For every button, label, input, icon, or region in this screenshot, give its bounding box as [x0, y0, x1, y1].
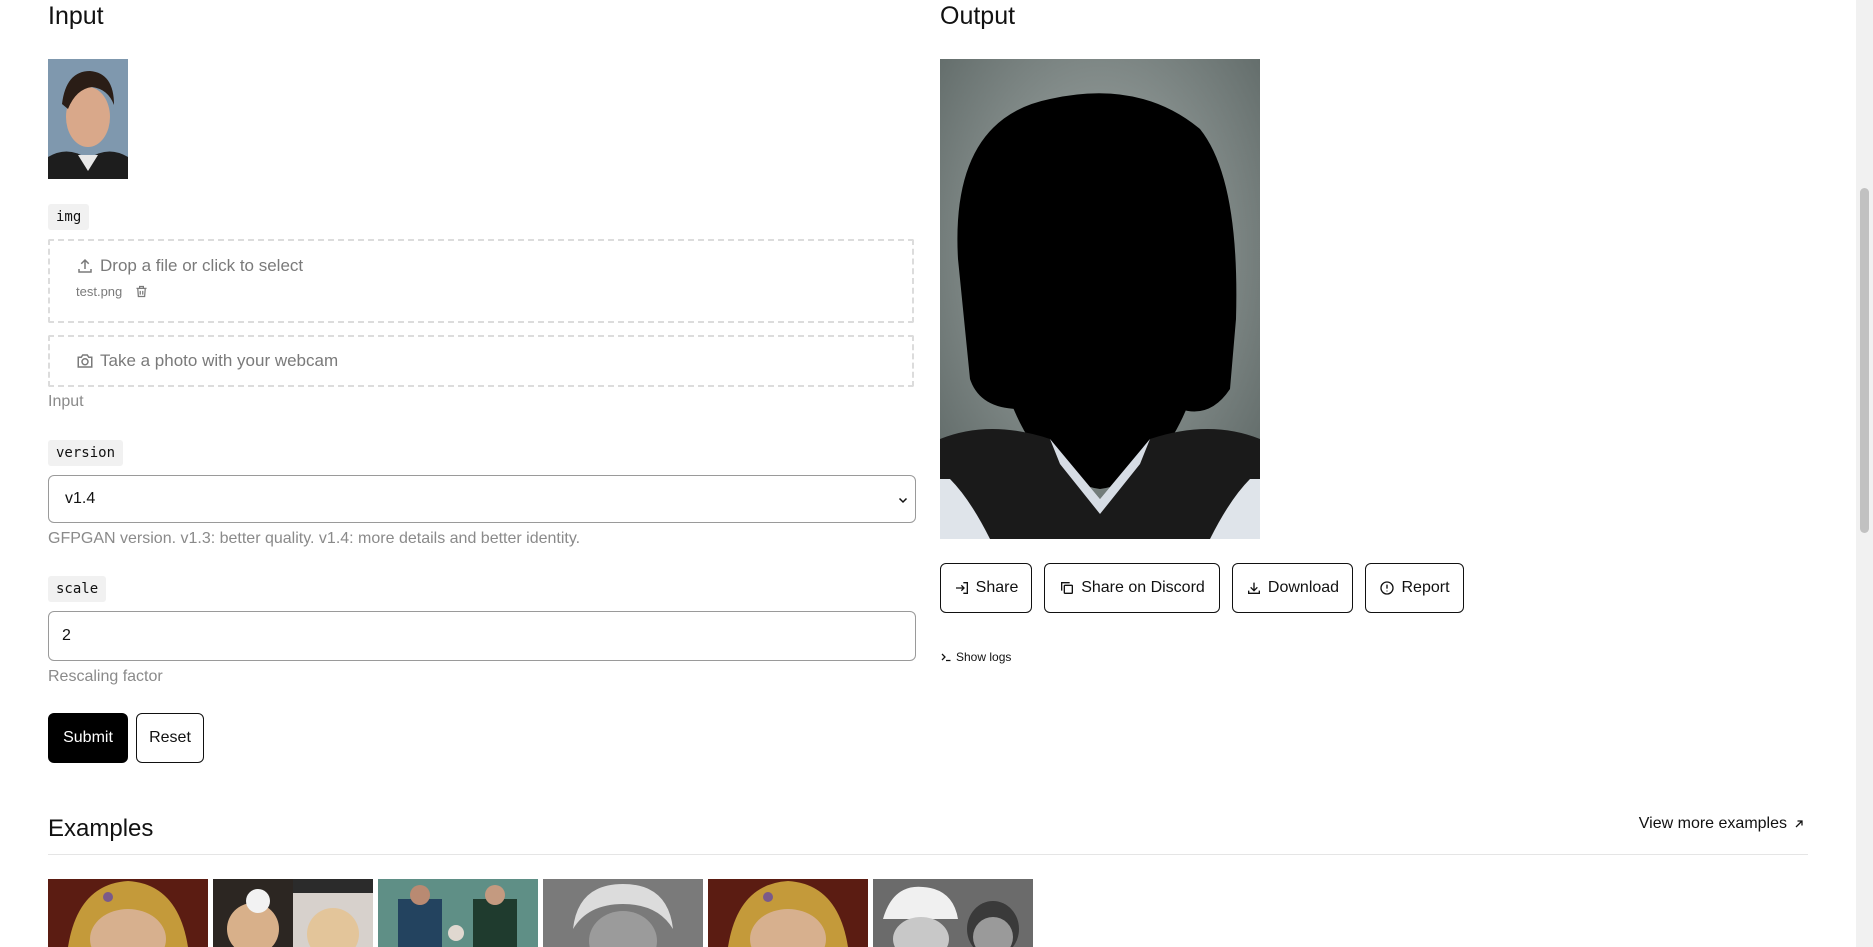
example-thumbnail[interactable] [873, 879, 1033, 947]
report-label: Report [1401, 579, 1450, 596]
chevron-down-icon [898, 497, 908, 504]
scale-help: Rescaling factor [48, 668, 163, 685]
scale-input[interactable]: 2 [48, 611, 916, 661]
scrollbar[interactable] [1856, 0, 1873, 947]
download-button[interactable]: Download [1232, 563, 1353, 613]
share-discord-button[interactable]: Share on Discord [1044, 563, 1220, 613]
show-logs-link[interactable]: Show logs [940, 650, 1011, 664]
view-more-label: View more examples [1638, 815, 1787, 832]
examples-divider [48, 854, 1808, 855]
input-heading: Input [48, 2, 104, 30]
trash-icon[interactable] [134, 284, 149, 299]
file-name: test.png [76, 284, 123, 299]
alert-circle-icon [1380, 581, 1395, 595]
example-thumbnail[interactable] [213, 879, 373, 947]
upload-icon [78, 258, 92, 273]
examples-heading: Examples [48, 815, 154, 842]
example-thumbnail[interactable] [378, 879, 538, 947]
show-logs-label: Show logs [956, 650, 1012, 664]
example-thumbnail[interactable] [48, 879, 208, 947]
discord-label: Share on Discord [1081, 579, 1205, 596]
input-help: Input [48, 393, 84, 410]
camera-icon [77, 354, 93, 368]
scrollbar-thumb[interactable] [1860, 188, 1869, 533]
input-thumbnail [48, 59, 128, 179]
output-image [940, 59, 1260, 539]
webcam-text: Take a photo with your webcam [100, 351, 339, 370]
view-more-examples-link[interactable]: View more examples [1639, 815, 1805, 833]
external-arrow-icon [1795, 820, 1803, 828]
download-label: Download [1267, 579, 1340, 596]
output-heading: Output [940, 2, 1016, 30]
example-thumbnail[interactable] [708, 879, 868, 947]
share-icon [955, 582, 968, 594]
dropzone-text: Drop a file or click to select [100, 256, 304, 275]
webcam-capture[interactable]: Take a photo with your webcam [48, 335, 914, 387]
file-dropzone[interactable]: Drop a file or click to select test.png [48, 239, 914, 323]
version-select[interactable]: v1.4 [48, 475, 916, 523]
scale-value: 2 [62, 627, 71, 644]
example-thumbnail[interactable] [543, 879, 703, 947]
submit-button[interactable]: Submit [48, 713, 128, 763]
version-help: GFPGAN version. v1.3: better quality. v1… [48, 530, 581, 547]
reset-button[interactable]: Reset [136, 713, 204, 763]
share-button[interactable]: Share [940, 563, 1032, 613]
version-label: version [48, 440, 124, 466]
report-button[interactable]: Report [1365, 563, 1464, 613]
copy-icon [1061, 582, 1074, 594]
download-icon [1247, 582, 1260, 594]
img-label: img [48, 204, 90, 230]
scale-label: scale [48, 576, 107, 602]
share-label: Share [975, 579, 1019, 596]
terminal-icon [941, 653, 951, 662]
version-value: v1.4 [65, 490, 96, 507]
